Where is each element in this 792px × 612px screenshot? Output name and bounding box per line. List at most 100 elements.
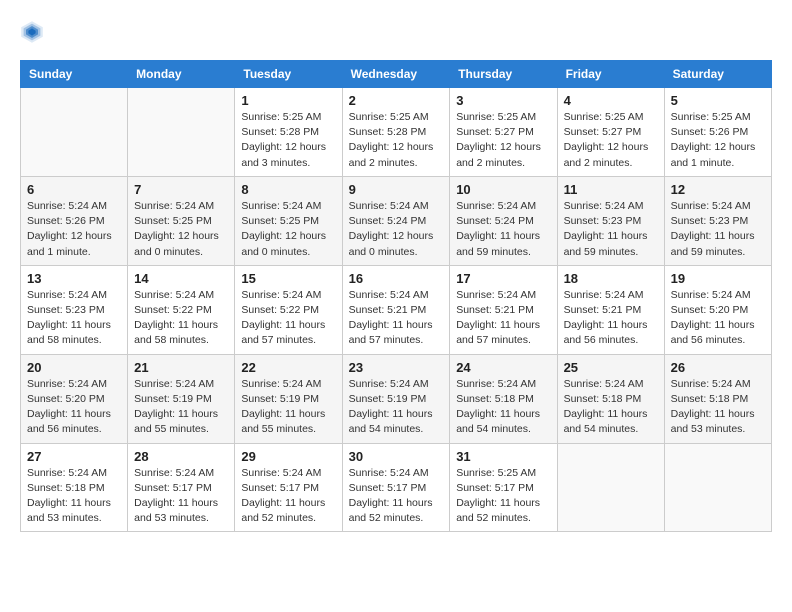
day-info: Sunrise: 5:24 AM Sunset: 5:17 PM Dayligh… xyxy=(349,466,444,527)
day-info: Sunrise: 5:25 AM Sunset: 5:17 PM Dayligh… xyxy=(456,466,550,527)
day-info: Sunrise: 5:24 AM Sunset: 5:19 PM Dayligh… xyxy=(241,377,335,438)
calendar-week-row: 6 Sunrise: 5:24 AM Sunset: 5:26 PM Dayli… xyxy=(21,176,772,265)
day-info: Sunrise: 5:24 AM Sunset: 5:23 PM Dayligh… xyxy=(27,288,121,349)
day-number: 23 xyxy=(349,360,444,375)
logo-icon xyxy=(20,20,44,44)
calendar-cell: 8 Sunrise: 5:24 AM Sunset: 5:25 PM Dayli… xyxy=(235,176,342,265)
day-number: 31 xyxy=(456,449,550,464)
day-info: Sunrise: 5:24 AM Sunset: 5:25 PM Dayligh… xyxy=(241,199,335,260)
day-number: 16 xyxy=(349,271,444,286)
day-info: Sunrise: 5:24 AM Sunset: 5:21 PM Dayligh… xyxy=(456,288,550,349)
day-info: Sunrise: 5:25 AM Sunset: 5:26 PM Dayligh… xyxy=(671,110,765,171)
day-number: 15 xyxy=(241,271,335,286)
day-number: 13 xyxy=(27,271,121,286)
calendar-cell: 30 Sunrise: 5:24 AM Sunset: 5:17 PM Dayl… xyxy=(342,443,450,532)
day-info: Sunrise: 5:25 AM Sunset: 5:27 PM Dayligh… xyxy=(564,110,658,171)
weekday-header: Tuesday xyxy=(235,61,342,88)
calendar-week-row: 13 Sunrise: 5:24 AM Sunset: 5:23 PM Dayl… xyxy=(21,265,772,354)
day-number: 10 xyxy=(456,182,550,197)
calendar-week-row: 27 Sunrise: 5:24 AM Sunset: 5:18 PM Dayl… xyxy=(21,443,772,532)
calendar-cell: 4 Sunrise: 5:25 AM Sunset: 5:27 PM Dayli… xyxy=(557,88,664,177)
day-info: Sunrise: 5:24 AM Sunset: 5:18 PM Dayligh… xyxy=(27,466,121,527)
calendar-body: 1 Sunrise: 5:25 AM Sunset: 5:28 PM Dayli… xyxy=(21,88,772,532)
day-number: 1 xyxy=(241,93,335,108)
day-number: 28 xyxy=(134,449,228,464)
calendar-cell: 11 Sunrise: 5:24 AM Sunset: 5:23 PM Dayl… xyxy=(557,176,664,265)
day-info: Sunrise: 5:25 AM Sunset: 5:27 PM Dayligh… xyxy=(456,110,550,171)
calendar-cell: 5 Sunrise: 5:25 AM Sunset: 5:26 PM Dayli… xyxy=(664,88,771,177)
day-number: 26 xyxy=(671,360,765,375)
day-number: 5 xyxy=(671,93,765,108)
calendar-cell xyxy=(21,88,128,177)
calendar-cell xyxy=(128,88,235,177)
day-info: Sunrise: 5:24 AM Sunset: 5:22 PM Dayligh… xyxy=(241,288,335,349)
day-info: Sunrise: 5:25 AM Sunset: 5:28 PM Dayligh… xyxy=(241,110,335,171)
calendar-cell: 12 Sunrise: 5:24 AM Sunset: 5:23 PM Dayl… xyxy=(664,176,771,265)
calendar-cell: 9 Sunrise: 5:24 AM Sunset: 5:24 PM Dayli… xyxy=(342,176,450,265)
day-number: 4 xyxy=(564,93,658,108)
day-info: Sunrise: 5:25 AM Sunset: 5:28 PM Dayligh… xyxy=(349,110,444,171)
calendar-cell: 17 Sunrise: 5:24 AM Sunset: 5:21 PM Dayl… xyxy=(450,265,557,354)
calendar-cell: 2 Sunrise: 5:25 AM Sunset: 5:28 PM Dayli… xyxy=(342,88,450,177)
weekday-header: Friday xyxy=(557,61,664,88)
day-info: Sunrise: 5:24 AM Sunset: 5:17 PM Dayligh… xyxy=(241,466,335,527)
day-info: Sunrise: 5:24 AM Sunset: 5:23 PM Dayligh… xyxy=(671,199,765,260)
day-number: 8 xyxy=(241,182,335,197)
logo xyxy=(20,20,48,44)
day-number: 27 xyxy=(27,449,121,464)
calendar-cell: 26 Sunrise: 5:24 AM Sunset: 5:18 PM Dayl… xyxy=(664,354,771,443)
calendar-cell: 16 Sunrise: 5:24 AM Sunset: 5:21 PM Dayl… xyxy=(342,265,450,354)
calendar-cell: 7 Sunrise: 5:24 AM Sunset: 5:25 PM Dayli… xyxy=(128,176,235,265)
day-info: Sunrise: 5:24 AM Sunset: 5:24 PM Dayligh… xyxy=(456,199,550,260)
calendar-cell: 19 Sunrise: 5:24 AM Sunset: 5:20 PM Dayl… xyxy=(664,265,771,354)
day-number: 7 xyxy=(134,182,228,197)
calendar-cell: 21 Sunrise: 5:24 AM Sunset: 5:19 PM Dayl… xyxy=(128,354,235,443)
day-number: 14 xyxy=(134,271,228,286)
calendar-cell: 23 Sunrise: 5:24 AM Sunset: 5:19 PM Dayl… xyxy=(342,354,450,443)
day-info: Sunrise: 5:24 AM Sunset: 5:18 PM Dayligh… xyxy=(671,377,765,438)
day-info: Sunrise: 5:24 AM Sunset: 5:21 PM Dayligh… xyxy=(349,288,444,349)
calendar-cell: 18 Sunrise: 5:24 AM Sunset: 5:21 PM Dayl… xyxy=(557,265,664,354)
day-info: Sunrise: 5:24 AM Sunset: 5:19 PM Dayligh… xyxy=(349,377,444,438)
day-info: Sunrise: 5:24 AM Sunset: 5:20 PM Dayligh… xyxy=(27,377,121,438)
day-info: Sunrise: 5:24 AM Sunset: 5:18 PM Dayligh… xyxy=(456,377,550,438)
calendar-cell: 22 Sunrise: 5:24 AM Sunset: 5:19 PM Dayl… xyxy=(235,354,342,443)
page-header xyxy=(20,20,772,44)
calendar-cell: 6 Sunrise: 5:24 AM Sunset: 5:26 PM Dayli… xyxy=(21,176,128,265)
calendar-cell xyxy=(557,443,664,532)
day-number: 24 xyxy=(456,360,550,375)
day-number: 17 xyxy=(456,271,550,286)
weekday-header: Saturday xyxy=(664,61,771,88)
day-number: 29 xyxy=(241,449,335,464)
day-info: Sunrise: 5:24 AM Sunset: 5:18 PM Dayligh… xyxy=(564,377,658,438)
calendar-cell: 10 Sunrise: 5:24 AM Sunset: 5:24 PM Dayl… xyxy=(450,176,557,265)
calendar-cell: 20 Sunrise: 5:24 AM Sunset: 5:20 PM Dayl… xyxy=(21,354,128,443)
calendar-cell: 31 Sunrise: 5:25 AM Sunset: 5:17 PM Dayl… xyxy=(450,443,557,532)
calendar-cell: 1 Sunrise: 5:25 AM Sunset: 5:28 PM Dayli… xyxy=(235,88,342,177)
weekday-header: Thursday xyxy=(450,61,557,88)
day-number: 21 xyxy=(134,360,228,375)
day-info: Sunrise: 5:24 AM Sunset: 5:26 PM Dayligh… xyxy=(27,199,121,260)
calendar-week-row: 20 Sunrise: 5:24 AM Sunset: 5:20 PM Dayl… xyxy=(21,354,772,443)
day-number: 19 xyxy=(671,271,765,286)
calendar-cell: 3 Sunrise: 5:25 AM Sunset: 5:27 PM Dayli… xyxy=(450,88,557,177)
calendar-cell: 27 Sunrise: 5:24 AM Sunset: 5:18 PM Dayl… xyxy=(21,443,128,532)
calendar-cell: 29 Sunrise: 5:24 AM Sunset: 5:17 PM Dayl… xyxy=(235,443,342,532)
calendar-cell: 13 Sunrise: 5:24 AM Sunset: 5:23 PM Dayl… xyxy=(21,265,128,354)
weekday-header: Monday xyxy=(128,61,235,88)
calendar-week-row: 1 Sunrise: 5:25 AM Sunset: 5:28 PM Dayli… xyxy=(21,88,772,177)
day-number: 20 xyxy=(27,360,121,375)
weekday-header: Sunday xyxy=(21,61,128,88)
day-number: 11 xyxy=(564,182,658,197)
day-info: Sunrise: 5:24 AM Sunset: 5:19 PM Dayligh… xyxy=(134,377,228,438)
calendar-cell xyxy=(664,443,771,532)
weekday-header: Wednesday xyxy=(342,61,450,88)
day-number: 6 xyxy=(27,182,121,197)
day-info: Sunrise: 5:24 AM Sunset: 5:21 PM Dayligh… xyxy=(564,288,658,349)
day-info: Sunrise: 5:24 AM Sunset: 5:24 PM Dayligh… xyxy=(349,199,444,260)
day-number: 25 xyxy=(564,360,658,375)
day-info: Sunrise: 5:24 AM Sunset: 5:25 PM Dayligh… xyxy=(134,199,228,260)
header-row: SundayMondayTuesdayWednesdayThursdayFrid… xyxy=(21,61,772,88)
calendar-cell: 14 Sunrise: 5:24 AM Sunset: 5:22 PM Dayl… xyxy=(128,265,235,354)
day-number: 9 xyxy=(349,182,444,197)
